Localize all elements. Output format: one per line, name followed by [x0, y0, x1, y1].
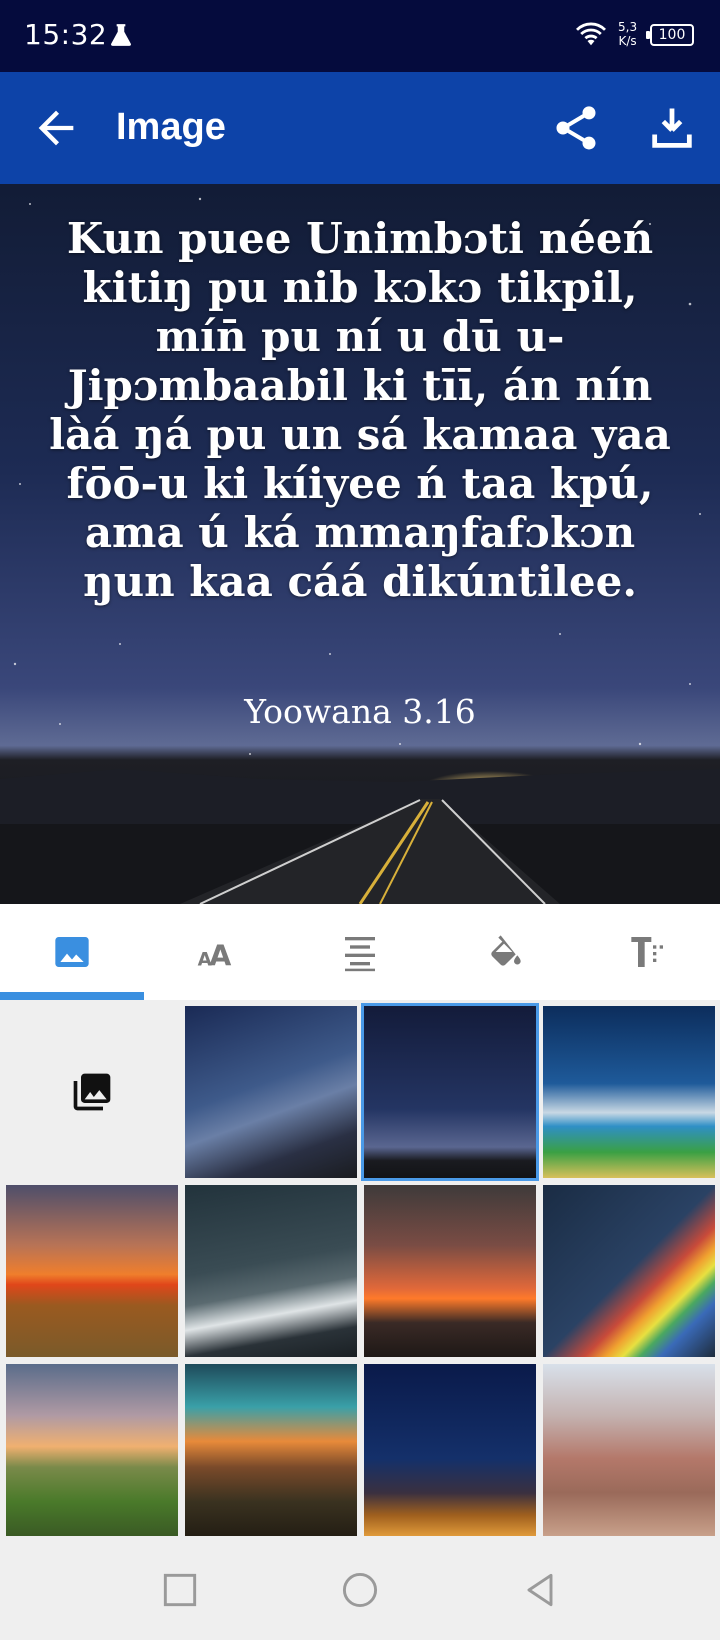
paint-bucket-icon	[491, 935, 521, 966]
net-speed-unit: K/s	[618, 34, 637, 48]
back-arrow-icon	[38, 110, 74, 146]
network-speed: 5,3 K/s	[618, 20, 637, 48]
background-thumbnail-selected[interactable]	[361, 1003, 539, 1181]
image-icon	[55, 937, 89, 967]
gallery-picker-cell[interactable]	[6, 1006, 178, 1178]
background-thumbnail[interactable]	[364, 1364, 536, 1536]
status-time: 15:32	[24, 18, 108, 51]
verse-text: Kun puee Unimbɔti néeń kitiŋ pu nib kɔkɔ…	[49, 214, 671, 606]
background-thumbnail[interactable]	[185, 1185, 357, 1357]
background-thumbnail[interactable]	[543, 1185, 715, 1357]
home-icon[interactable]	[338, 1568, 382, 1612]
share-button[interactable]	[550, 102, 602, 154]
color-tab[interactable]	[432, 904, 576, 1000]
back-nav-icon[interactable]	[518, 1568, 562, 1612]
app-bar: Image	[0, 72, 720, 184]
font-tab[interactable]: A A	[144, 904, 288, 1000]
wifi-icon	[576, 22, 606, 46]
page-title: Image	[116, 106, 226, 148]
flask-icon	[111, 24, 131, 46]
back-button[interactable]	[30, 102, 82, 154]
background-thumbnail[interactable]	[6, 1364, 178, 1536]
background-thumbnail[interactable]	[543, 1364, 715, 1536]
text-format-icon	[631, 937, 663, 967]
system-navigation-bar	[0, 1540, 720, 1640]
photo-library-icon	[73, 1073, 111, 1111]
background-thumbnail[interactable]	[543, 1006, 715, 1178]
verse-reference: Yoowana 3.16	[244, 692, 476, 731]
active-tab-indicator	[0, 992, 144, 1000]
background-thumbnail[interactable]	[185, 1006, 357, 1178]
background-thumbnail[interactable]	[364, 1185, 536, 1357]
share-icon	[556, 106, 596, 150]
image-tab[interactable]	[0, 904, 144, 1000]
download-button[interactable]	[646, 102, 698, 154]
recent-apps-icon[interactable]	[158, 1568, 202, 1612]
editor-tab-bar: A A	[0, 904, 720, 1000]
svg-text:A: A	[209, 939, 231, 972]
background-thumbnail[interactable]	[6, 1185, 178, 1357]
status-bar: 15:32 5,3 K/s 100	[0, 0, 720, 72]
font-size-icon: A A	[198, 939, 232, 972]
align-center-icon	[345, 937, 375, 972]
net-speed-value: 5,3	[618, 20, 638, 34]
background-thumbnail[interactable]	[185, 1364, 357, 1536]
verse-preview-image: Kun puee Unimbɔti néeń kitiŋ pu nib kɔkɔ…	[0, 184, 720, 904]
text-style-tab[interactable]	[576, 904, 720, 1000]
download-icon	[652, 108, 692, 148]
battery-icon: 100	[646, 24, 694, 46]
align-tab[interactable]	[288, 904, 432, 1000]
background-image-grid	[0, 1000, 720, 1540]
battery-level: 100	[658, 27, 686, 43]
